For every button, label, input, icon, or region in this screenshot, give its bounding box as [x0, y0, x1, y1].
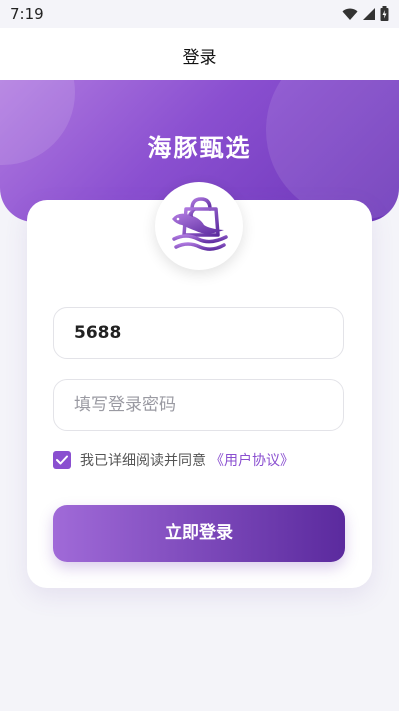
user-agreement-link[interactable]: 《用户协议》 [210, 450, 294, 470]
check-icon [56, 455, 68, 465]
battery-icon [380, 6, 389, 21]
agreement-row: 我已详细阅读并同意 《用户协议》 [53, 450, 294, 470]
status-time: 7:19 [10, 5, 44, 23]
nav-bar: 登录 [0, 28, 399, 80]
agree-text: 我已详细阅读并同意 [80, 453, 206, 469]
username-field[interactable] [53, 307, 344, 359]
status-bar: 7:19 [0, 0, 399, 28]
dolphin-logo-icon [172, 197, 228, 251]
agree-checkbox[interactable] [53, 451, 71, 469]
login-button[interactable]: 立即登录 [53, 505, 345, 562]
signal-icon [363, 7, 375, 20]
app-logo [155, 182, 243, 270]
password-input[interactable] [54, 380, 343, 430]
wifi-icon [342, 8, 358, 20]
password-field[interactable] [53, 379, 344, 431]
brand-title: 海豚甄选 [147, 134, 252, 162]
username-input[interactable] [54, 308, 343, 358]
status-icons [342, 6, 389, 21]
page-title: 登录 [182, 48, 217, 68]
